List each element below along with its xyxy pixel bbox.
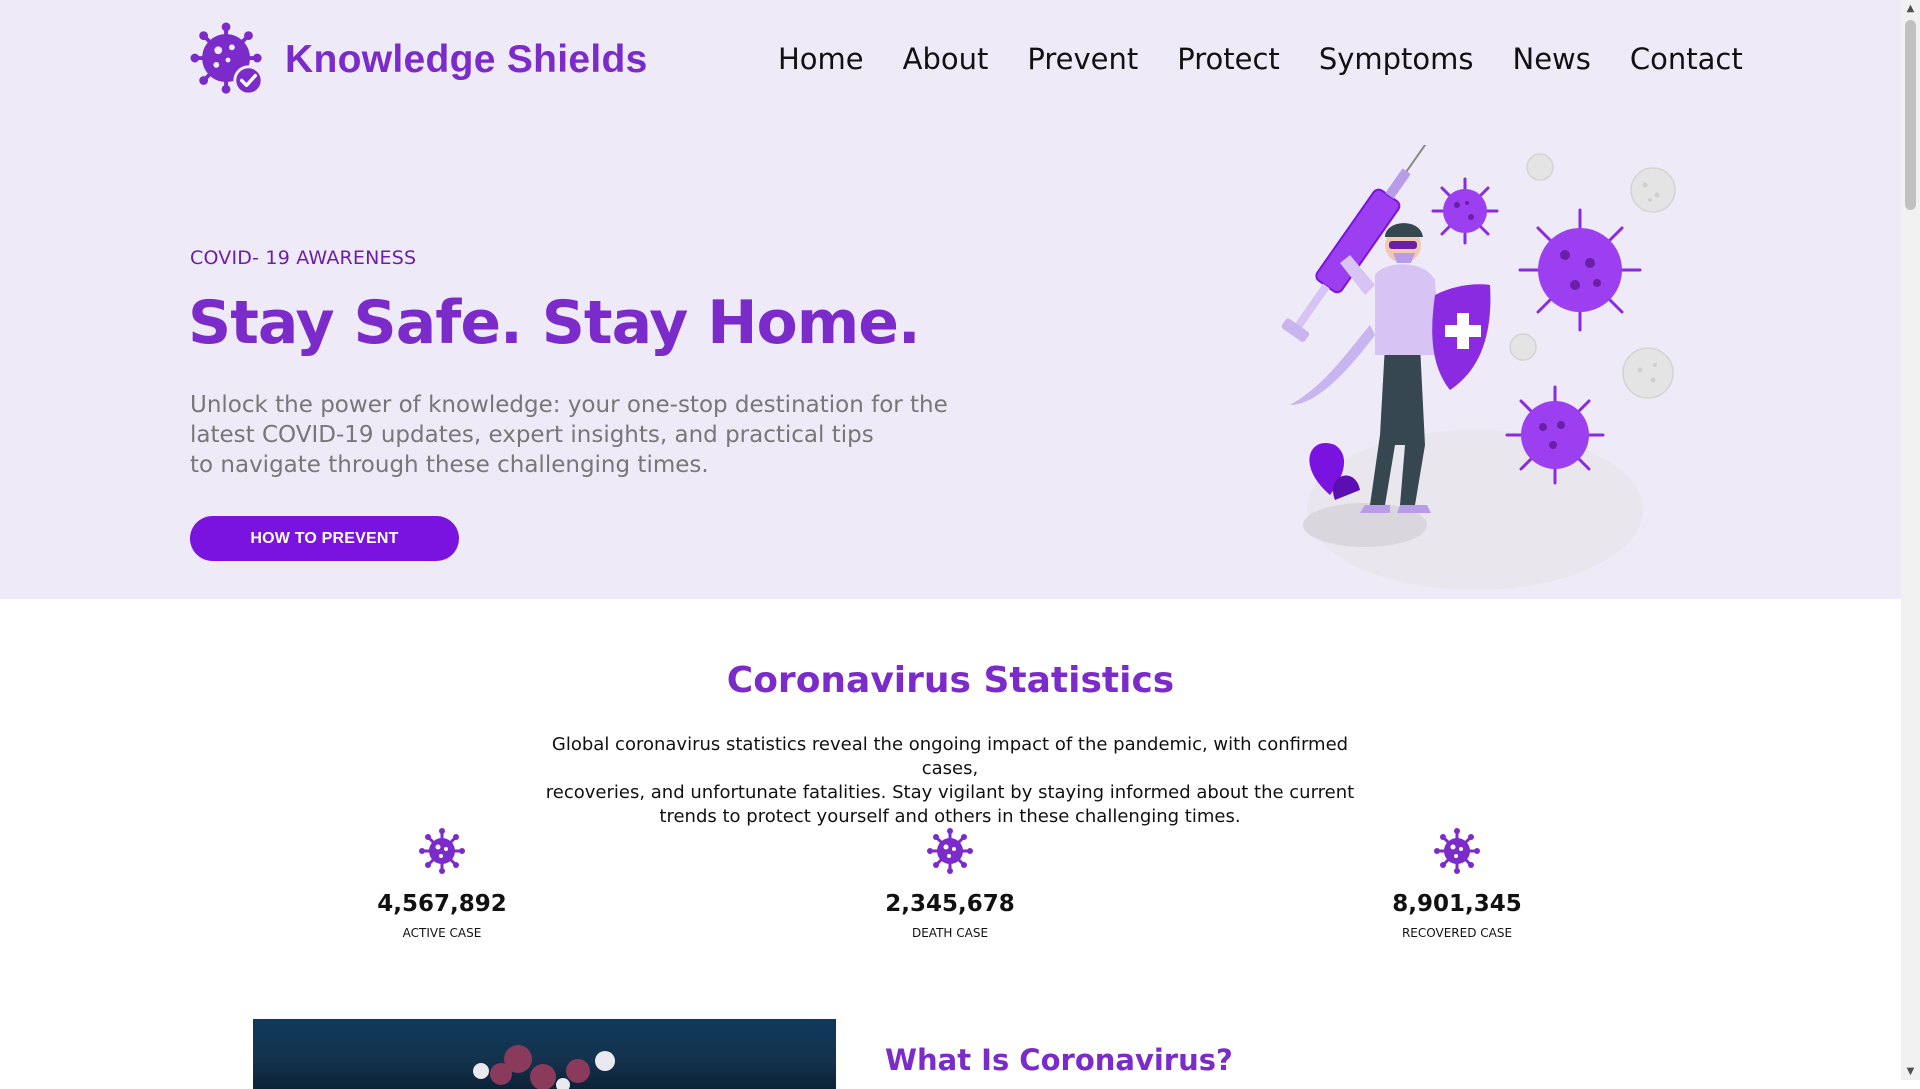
hero-eyebrow: COVID- 19 AWARENESS <box>190 247 417 269</box>
statistics-description-line: trends to protect yourself and others in… <box>659 806 1241 827</box>
hero-description: Unlock the power of knowledge: your one-… <box>190 390 950 480</box>
brand-logo[interactable]: Knowledge Shields <box>189 20 648 100</box>
statistics-description-line: recoveries, and unfortunate fatalities. … <box>545 782 1355 803</box>
scroll-up-arrow-icon[interactable]: ▲ <box>1901 0 1920 17</box>
scrollbar-thumb[interactable] <box>1905 20 1916 210</box>
stat-label: DEATH CASE <box>911 926 989 940</box>
nav-link-protect[interactable]: Protect <box>1177 40 1280 78</box>
brand-name: Knowledge Shields <box>285 38 648 81</box>
nav-link-about[interactable]: About <box>903 40 989 78</box>
statistics-description: Global coronavirus statistics reveal the… <box>530 733 1370 829</box>
nav-link-prevent[interactable]: Prevent <box>1027 40 1138 78</box>
virus-icon <box>927 828 973 874</box>
stat-active: 4,567,892 ACTIVE CASE <box>292 828 592 940</box>
page-scrollbar[interactable]: ▲ ▼ <box>1901 0 1920 1080</box>
scroll-down-arrow-icon[interactable]: ▼ <box>1901 1063 1920 1080</box>
nav-link-symptoms[interactable]: Symptoms <box>1319 40 1474 78</box>
how-to-prevent-button[interactable]: HOW TO PREVENT <box>190 516 459 561</box>
hero-description-line: Unlock the power of knowledge: your one-… <box>190 392 948 418</box>
main-nav: Home About Prevent Protect Symptoms News… <box>778 40 1782 78</box>
coronavirus-particles-image <box>473 1045 615 1089</box>
hero-description-line: latest COVID-19 updates, expert insights… <box>190 422 874 448</box>
virus-icon <box>1434 828 1480 874</box>
nav-link-news[interactable]: News <box>1513 40 1591 78</box>
doctor-vaccine-illustration <box>1281 145 1676 590</box>
stat-label: RECOVERED CASE <box>1401 926 1513 940</box>
statistics-description-line: Global coronavirus statistics reveal the… <box>551 734 1349 779</box>
what-is-coronavirus-title: What Is Coronavirus? <box>885 1043 1233 1077</box>
hero-title: Stay Safe. Stay Home. <box>188 288 921 358</box>
coronavirus-image <box>253 1019 836 1089</box>
nav-link-home[interactable]: Home <box>778 40 864 78</box>
virus-shield-logo-icon <box>190 22 264 96</box>
nav-link-contact[interactable]: Contact <box>1630 40 1743 78</box>
virus-icon <box>419 828 465 874</box>
stat-label: ACTIVE CASE <box>402 926 482 940</box>
stat-value: 4,567,892 <box>377 891 507 917</box>
stat-recovered: 8,901,345 RECOVERED CASE <box>1307 828 1607 940</box>
stat-value: 8,901,345 <box>1392 891 1522 917</box>
stat-value: 2,345,678 <box>885 891 1015 917</box>
hero-description-line: to navigate through these challenging ti… <box>190 452 709 478</box>
statistics-title: Coronavirus Statistics <box>726 660 1175 701</box>
stat-death: 2,345,678 DEATH CASE <box>800 828 1100 940</box>
